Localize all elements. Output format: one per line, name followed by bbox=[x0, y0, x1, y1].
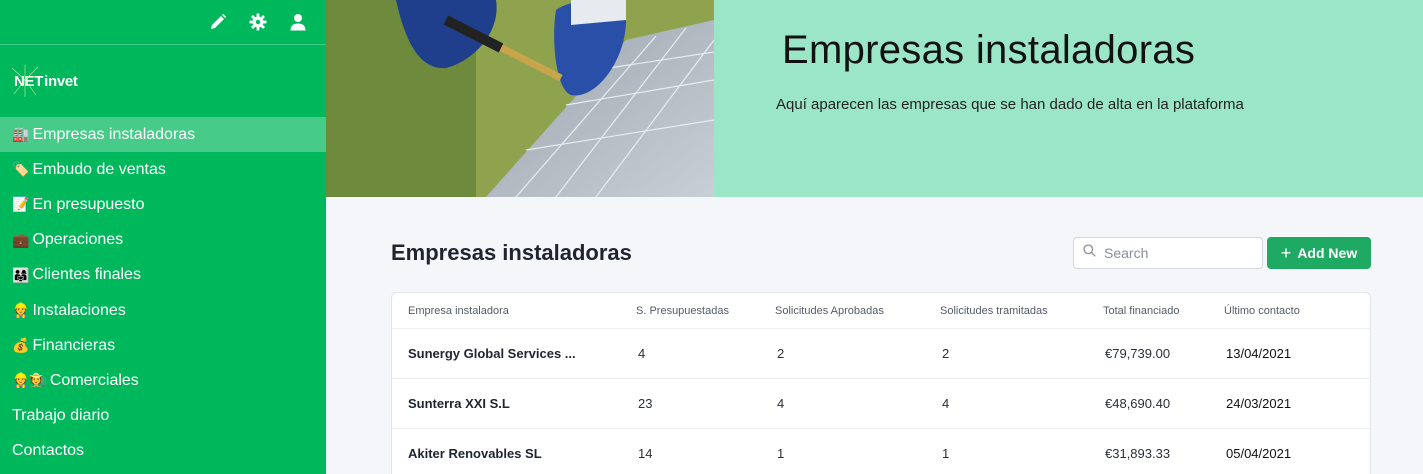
budgeted-count: 4 bbox=[638, 346, 646, 361]
sidebar-item-trabajo-diario[interactable]: Trabajo diario bbox=[0, 399, 326, 434]
processed-count: 1 bbox=[942, 446, 950, 461]
sidebar-item-label: Trabajo diario bbox=[12, 407, 110, 425]
table-row[interactable]: Sunergy Global Services ... 4 2 2 €79,73… bbox=[392, 329, 1370, 379]
logo-network-icon bbox=[11, 64, 39, 97]
table-row[interactable]: Sunterra XXI S.L 23 4 4 €48,690.40 24/03… bbox=[392, 379, 1370, 429]
gear-icon[interactable] bbox=[248, 12, 268, 32]
column-header[interactable]: Solicitudes tramitadas bbox=[940, 305, 1048, 317]
column-header[interactable]: Empresa instaladora bbox=[408, 305, 509, 317]
briefcase-icon: 💼 bbox=[12, 231, 30, 248]
approved-count: 2 bbox=[777, 346, 785, 361]
column-header[interactable]: Último contacto bbox=[1224, 305, 1300, 317]
last-contact: 05/04/2021 bbox=[1226, 446, 1292, 461]
tag-icon: 🏷️ bbox=[12, 161, 30, 178]
sidebar-item-label: Comerciales bbox=[49, 371, 139, 389]
sidebar-item-label: Contactos bbox=[12, 442, 85, 460]
logo-invet: invet bbox=[44, 72, 78, 90]
hero-subtitle: Aquí aparecen las empresas que se han da… bbox=[776, 96, 1244, 113]
add-new-button[interactable]: + Add New bbox=[1267, 237, 1371, 269]
sidebar-item-instalaciones[interactable]: 👷 Instalaciones bbox=[0, 293, 326, 328]
processed-count: 2 bbox=[942, 346, 950, 361]
search-box[interactable] bbox=[1073, 237, 1263, 269]
column-header[interactable]: Solicitudes Aprobadas bbox=[775, 305, 884, 317]
sidebar-item-label: Embudo de ventas bbox=[32, 160, 166, 178]
company-name[interactable]: Akiter Renovables SL bbox=[408, 446, 542, 461]
total-financed: €79,739.00 bbox=[1105, 346, 1171, 361]
hero-image bbox=[326, 0, 714, 197]
sidebar-item-financieras[interactable]: 💰 Financieras bbox=[0, 328, 326, 363]
approved-count: 4 bbox=[777, 396, 785, 411]
sidebar-item-empresas-instaladoras[interactable]: 🏭 Empresas instaladoras bbox=[0, 117, 326, 153]
table-header: Empresa instaladora S. Presupuestadas So… bbox=[392, 293, 1370, 329]
sidebar-item-label: Clientes finales bbox=[32, 266, 141, 284]
money-bag-icon: 💰 bbox=[12, 337, 30, 354]
page-title: Empresas instaladoras bbox=[391, 240, 632, 265]
processed-count: 4 bbox=[942, 396, 950, 411]
approved-count: 1 bbox=[777, 446, 785, 461]
sidebar-item-embudo-de-ventas[interactable]: 🏷️ Embudo de ventas bbox=[0, 152, 326, 187]
sidebar-item-label: Instalaciones bbox=[32, 301, 126, 319]
companies-table: Empresa instaladora S. Presupuestadas So… bbox=[391, 292, 1371, 474]
company-name[interactable]: Sunterra XXI S.L bbox=[408, 396, 510, 411]
search-icon bbox=[1083, 244, 1096, 262]
sidebar: NET invet 🏭 Empresas instaladoras 🏷️ Embudo… bbox=[0, 0, 326, 474]
sidebar-item-label: En presupuesto bbox=[32, 195, 145, 213]
hero-title: Empresas instaladoras bbox=[782, 28, 1196, 72]
last-contact: 13/04/2021 bbox=[1226, 346, 1292, 361]
family-icon: 👨‍👩‍👧 bbox=[12, 266, 30, 283]
sidebar-item-label: Operaciones bbox=[32, 231, 124, 249]
user-icon[interactable] bbox=[288, 12, 308, 32]
factory-icon: 🏭 bbox=[12, 126, 30, 143]
column-header[interactable]: S. Presupuestadas bbox=[636, 305, 729, 317]
column-header[interactable]: Total financiado bbox=[1103, 305, 1179, 317]
sidebar-nav: 🏭 Empresas instaladoras 🏷️ Embudo de venta… bbox=[0, 117, 326, 469]
total-financed: €48,690.40 bbox=[1105, 396, 1171, 411]
logo[interactable]: NET invet bbox=[0, 45, 326, 117]
company-name[interactable]: Sunergy Global Services ... bbox=[408, 346, 576, 361]
sidebar-item-comerciales[interactable]: 👷🧑‍🌾 Comerciales bbox=[0, 363, 326, 398]
sidebar-item-en-presupuesto[interactable]: 📝 En presupuesto bbox=[0, 187, 326, 222]
last-contact: 24/03/2021 bbox=[1226, 396, 1292, 411]
pencil-icon[interactable] bbox=[208, 12, 228, 32]
add-new-label: Add New bbox=[1297, 245, 1358, 261]
budgeted-count: 14 bbox=[638, 446, 653, 461]
sidebar-item-clientes-finales[interactable]: 👨‍👩‍👧 Clientes finales bbox=[0, 258, 326, 293]
hero-banner: Empresas instaladoras Aquí aparecen las … bbox=[326, 0, 1423, 197]
sidebar-item-contactos[interactable]: Contactos bbox=[0, 434, 326, 469]
search-input[interactable] bbox=[1104, 245, 1254, 261]
sidebar-item-operaciones[interactable]: 💼 Operaciones bbox=[0, 223, 326, 258]
table-row[interactable]: Akiter Renovables SL 14 1 1 €31,893.33 0… bbox=[392, 429, 1370, 474]
sidebar-item-label: Financieras bbox=[32, 336, 116, 354]
sidebar-topbar bbox=[0, 0, 326, 45]
worker-icon: 👷 bbox=[12, 302, 30, 319]
memo-icon: 📝 bbox=[12, 196, 30, 213]
workers-icon: 👷🧑‍🌾 bbox=[12, 372, 47, 389]
sidebar-item-label: Empresas instaladoras bbox=[32, 125, 196, 143]
plus-icon: + bbox=[1280, 243, 1292, 263]
budgeted-count: 23 bbox=[638, 396, 653, 411]
total-financed: €31,893.33 bbox=[1105, 446, 1171, 461]
